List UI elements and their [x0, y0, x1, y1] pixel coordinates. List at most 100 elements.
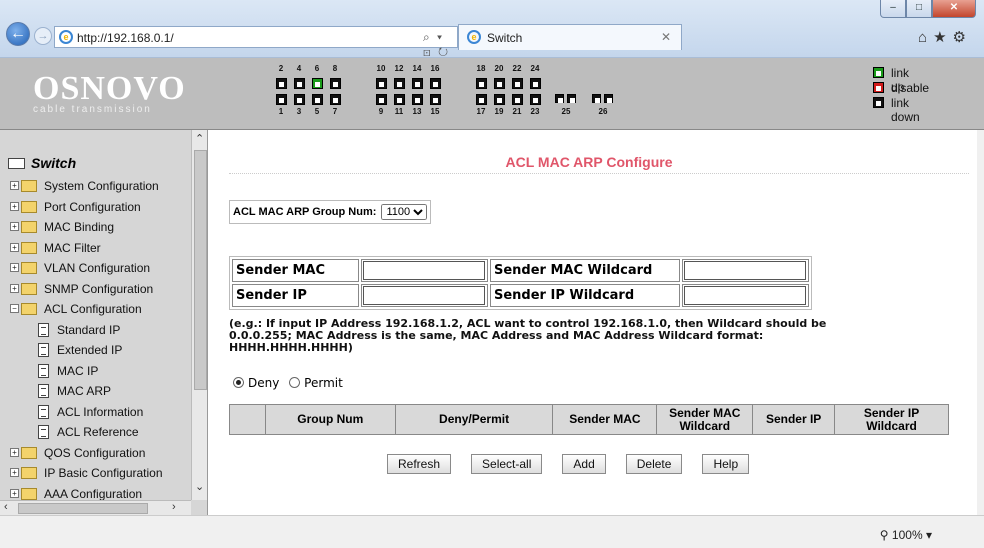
- sidebar-vscroll[interactable]: ⌃ ⌄: [191, 130, 207, 500]
- document-icon: [38, 425, 49, 439]
- deny-radio[interactable]: [233, 377, 244, 388]
- delete-button[interactable]: Delete: [625, 454, 683, 474]
- sidebar-subitem[interactable]: Extended IP: [38, 340, 188, 360]
- home-icon[interactable]: ⌂: [918, 29, 933, 46]
- sender-ip-wildcard-input[interactable]: [684, 286, 806, 305]
- sidebar-subitem[interactable]: ACL Reference: [38, 422, 188, 442]
- collapse-icon[interactable]: −: [10, 304, 19, 313]
- browser-titlebar: – □ ✕ ← → e http://192.168.0.1/ ⌕ ▾ ⊡ ↻ …: [0, 0, 984, 59]
- port-number-bottom: 3: [296, 107, 302, 116]
- port-7-icon: [330, 94, 341, 105]
- table-header-cell: Sender IP: [752, 404, 836, 435]
- port-number-bottom: 7: [332, 107, 338, 116]
- sidebar-subitem[interactable]: MAC IP: [38, 361, 188, 381]
- help-button[interactable]: Help: [702, 454, 750, 474]
- chevron-down-icon[interactable]: ▾: [926, 528, 932, 542]
- scroll-down-icon[interactable]: ⌄: [195, 480, 204, 493]
- sidebar-item[interactable]: + SNMP Configuration: [10, 279, 188, 299]
- refresh-button[interactable]: Refresh: [387, 454, 452, 474]
- table-header-cell: [229, 404, 266, 435]
- sidebar-item-label: Port Configuration: [44, 199, 141, 214]
- sidebar-item[interactable]: + IP Basic Configuration: [10, 463, 188, 483]
- sidebar-item[interactable]: + QOS Configuration: [10, 443, 188, 463]
- port-number-top: 22: [512, 64, 522, 73]
- address-bar[interactable]: e http://192.168.0.1/ ⌕ ▾ ⊡ ↻: [54, 26, 458, 59]
- expand-icon[interactable]: +: [10, 222, 19, 231]
- select-all-button[interactable]: Select-all: [471, 454, 543, 474]
- forward-arrow-icon[interactable]: →: [34, 27, 52, 45]
- port-22-icon: [512, 78, 523, 89]
- port-number-bottom: 21: [512, 107, 522, 116]
- sidebar-item-label: IP Basic Configuration: [44, 466, 163, 480]
- sfp-port-26-icon: [592, 94, 601, 103]
- sidebar-subitem[interactable]: MAC ARP: [38, 381, 188, 401]
- deny-label: Deny: [248, 376, 280, 390]
- open-folder-icon: [8, 158, 25, 169]
- scroll-up-icon[interactable]: ⌃: [195, 132, 204, 145]
- folder-icon: [21, 282, 37, 295]
- browser-toolbar-icons[interactable]: ⌂★⚙: [918, 28, 972, 46]
- port-number-top: 20: [494, 64, 504, 73]
- action-radio-group: Deny Permit: [233, 376, 343, 390]
- browser-tab[interactable]: e Switch ✕: [458, 24, 682, 50]
- sender-ip-input[interactable]: [363, 286, 485, 305]
- port-16-icon: [430, 78, 441, 89]
- address-tools-icons[interactable]: ⌕ ▾ ⊡ ↻: [423, 30, 457, 60]
- port-4-icon: [294, 78, 305, 89]
- expand-icon[interactable]: +: [10, 283, 19, 293]
- zoom-icon: ⚲: [879, 528, 889, 542]
- folder-icon: [21, 487, 37, 500]
- wildcard-note: (e.g.: If input IP Address 192.168.1.2, …: [229, 317, 827, 354]
- action-buttons: Refresh Select-all Add Delete Help: [387, 454, 750, 474]
- sidebar-item[interactable]: − ACL Configuration: [10, 299, 188, 319]
- group-num-select[interactable]: 1100: [381, 204, 428, 220]
- link-down-icon: [873, 97, 884, 108]
- sidebar-subitem-label: ACL Information: [57, 404, 144, 419]
- scroll-right-icon[interactable]: ›: [172, 501, 176, 513]
- zoom-level[interactable]: ⚲ 100% ▾: [880, 528, 932, 542]
- scroll-left-icon[interactable]: ‹: [4, 501, 8, 513]
- sidebar-item[interactable]: + VLAN Configuration: [10, 258, 188, 278]
- sidebar-item[interactable]: + System Configuration: [10, 176, 188, 196]
- tab-close-icon[interactable]: ✕: [661, 30, 671, 44]
- port-number-bottom: 1: [278, 107, 284, 116]
- sidebar-item[interactable]: + Port Configuration: [10, 197, 188, 217]
- sidebar-subitem[interactable]: ACL Information: [38, 402, 188, 422]
- scroll-thumb[interactable]: [194, 150, 207, 390]
- close-icon[interactable]: ✕: [932, 0, 976, 18]
- expand-icon[interactable]: +: [10, 242, 19, 252]
- permit-radio[interactable]: [289, 377, 301, 388]
- ie-icon: e: [59, 30, 73, 44]
- port-number-top: 2: [278, 64, 284, 73]
- permit-label: Permit: [304, 376, 343, 390]
- back-arrow-icon[interactable]: ←: [6, 22, 30, 46]
- port-12-icon: [394, 78, 405, 89]
- sidebar-item[interactable]: + MAC Filter: [10, 238, 188, 258]
- port-number-bottom: 23: [530, 107, 540, 116]
- legend-link-down: link down: [891, 96, 920, 124]
- sfp-port-26-icon: [604, 94, 613, 103]
- expand-icon[interactable]: +: [10, 447, 19, 457]
- expand-icon[interactable]: +: [10, 468, 19, 477]
- sender-mac-wildcard-input[interactable]: [684, 261, 806, 280]
- sidebar-hscroll[interactable]: ‹ ›: [0, 500, 191, 515]
- sidebar-item[interactable]: + MAC Binding: [10, 217, 188, 237]
- expand-icon[interactable]: +: [10, 263, 19, 272]
- expand-icon[interactable]: +: [10, 488, 19, 498]
- add-button[interactable]: Add: [562, 454, 606, 474]
- tree-root[interactable]: Switch: [8, 155, 76, 171]
- main-content: ACL MAC ARP Configure ACL MAC ARP Group …: [209, 130, 977, 515]
- expand-icon[interactable]: +: [10, 181, 19, 190]
- expand-icon[interactable]: +: [10, 201, 19, 211]
- star-icon[interactable]: ★: [933, 29, 952, 46]
- maximize-icon[interactable]: □: [906, 0, 932, 18]
- minimize-icon[interactable]: –: [880, 0, 906, 18]
- hscroll-thumb[interactable]: [18, 503, 148, 514]
- sidebar-subitem[interactable]: Standard IP: [38, 320, 188, 340]
- port-number-bottom: 26: [598, 107, 608, 116]
- address-url[interactable]: http://192.168.0.1/: [77, 31, 174, 45]
- gear-icon[interactable]: ⚙: [953, 29, 972, 46]
- port-number-top: 16: [430, 64, 440, 73]
- sender-mac-input[interactable]: [363, 261, 485, 280]
- page-title: ACL MAC ARP Configure: [505, 154, 673, 170]
